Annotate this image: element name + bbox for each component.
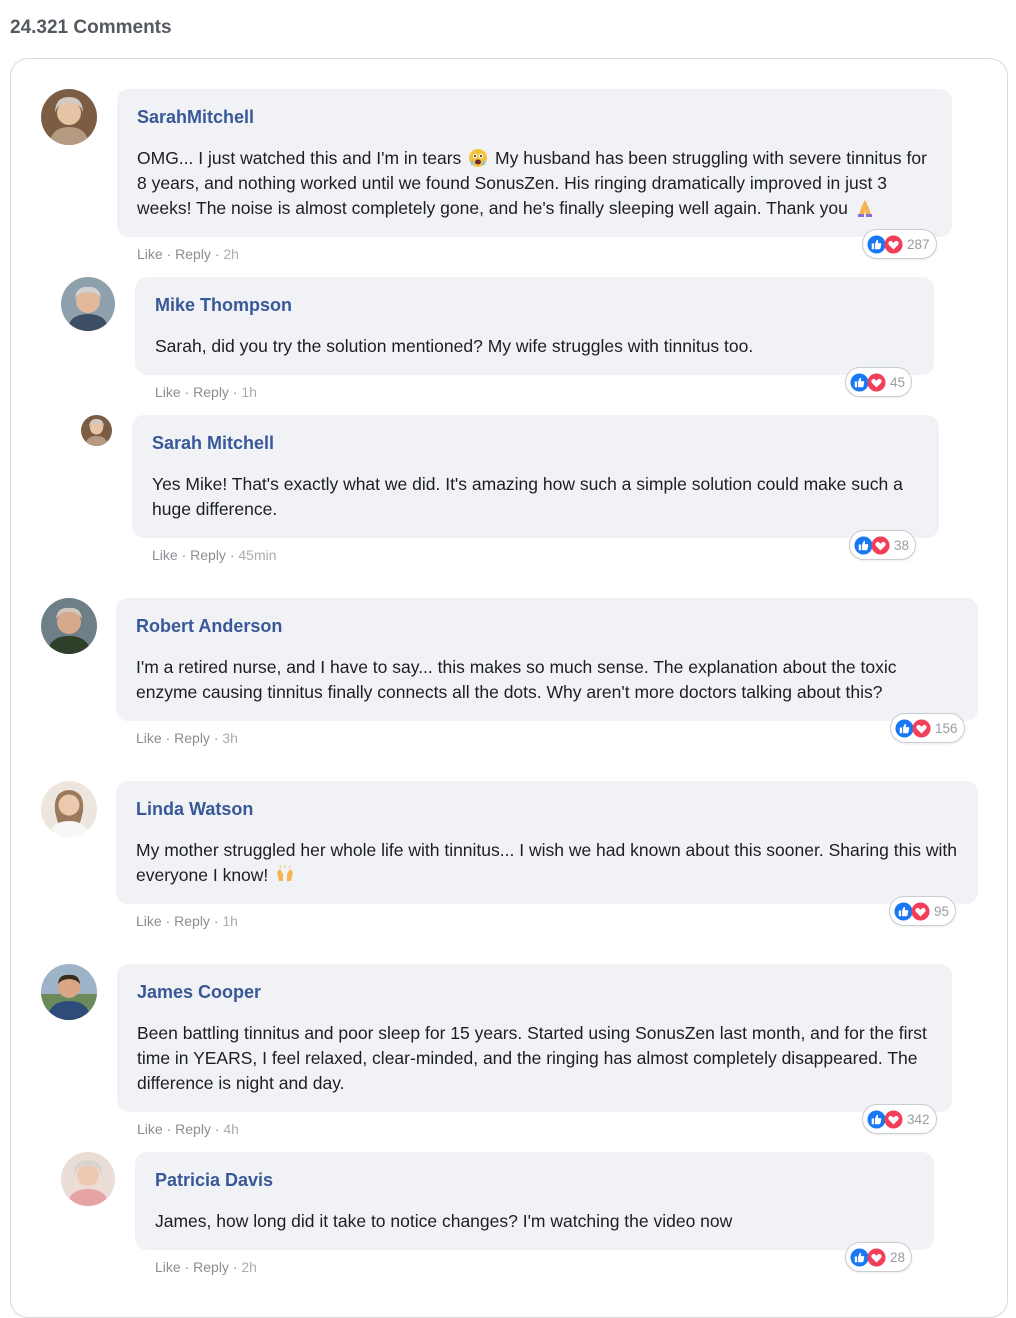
timestamp: 45min (238, 547, 277, 563)
timestamp: 2h (241, 1259, 257, 1275)
comment-count: 24.321 Comments (10, 17, 172, 38)
reactions-badge[interactable]: 342 (862, 1104, 937, 1134)
like-button[interactable]: Like (155, 384, 181, 400)
heart-icon (911, 901, 930, 921)
like-button[interactable]: Like (155, 1259, 181, 1275)
author-name[interactable]: Mike Thompson (155, 294, 914, 316)
reactions-badge[interactable]: 28 (845, 1242, 913, 1272)
comment-meta: Like · Reply · 1h (155, 384, 257, 400)
author-name[interactable]: Sarah Mitchell (152, 432, 919, 454)
reaction-count: 45 (890, 374, 906, 390)
comment-meta: Like · Reply · 2h (137, 246, 239, 262)
reactions-badge[interactable]: 95 (889, 896, 957, 926)
reply-button[interactable]: Reply (193, 384, 229, 400)
timestamp: 4h (223, 1121, 239, 1137)
comment-meta: Like · Reply · 3h (136, 730, 238, 746)
reply-button[interactable]: Reply (174, 913, 210, 929)
reactions-badge[interactable]: 38 (849, 530, 917, 560)
reactions-badge[interactable]: 45 (845, 367, 913, 397)
like-button[interactable]: Like (136, 730, 162, 746)
author-name[interactable]: SarahMitchell (137, 106, 932, 128)
like-button[interactable]: Like (137, 1121, 163, 1137)
reaction-count: 287 (907, 236, 930, 252)
avatar[interactable] (61, 277, 115, 331)
reply-button[interactable]: Reply (193, 1259, 229, 1275)
comment-bubble: Patricia Davis James, how long did it ta… (135, 1152, 934, 1250)
heart-icon (867, 372, 886, 392)
avatar[interactable] (41, 964, 97, 1020)
reaction-count: 156 (935, 720, 958, 736)
comment-text: OMG... I just watched this and I'm in te… (137, 148, 927, 218)
comment-text: I'm a retired nurse, and I have to say..… (136, 657, 897, 702)
like-button[interactable]: Like (136, 913, 162, 929)
comment-text: James, how long did it take to notice ch… (155, 1211, 733, 1231)
reply-button[interactable]: Reply (175, 1121, 211, 1137)
author-name[interactable]: Robert Anderson (136, 615, 958, 637)
comment-text: Yes Mike! That's exactly what we did. It… (152, 474, 903, 519)
heart-icon (884, 1109, 903, 1129)
comment-bubble: Robert Anderson I'm a retired nurse, and… (116, 598, 978, 721)
comment-bubble: Sarah Mitchell Yes Mike! That's exactly … (132, 415, 939, 538)
comment-bubble: James Cooper Been battling tinnitus and … (117, 964, 952, 1112)
reaction-count: 95 (934, 903, 950, 919)
avatar[interactable] (61, 1152, 115, 1206)
reactions-badge[interactable]: 156 (890, 713, 965, 743)
author-name[interactable]: Linda Watson (136, 798, 958, 820)
comment-text: Been battling tinnitus and poor sleep fo… (137, 1023, 927, 1093)
comment-bubble: Linda Watson My mother struggled her who… (116, 781, 978, 904)
reaction-count: 38 (894, 537, 910, 553)
avatar[interactable] (41, 598, 97, 654)
heart-icon (871, 535, 890, 555)
like-button[interactable]: Like (152, 547, 178, 563)
heart-icon (867, 1247, 886, 1267)
timestamp: 2h (223, 246, 239, 262)
comment-meta: Like · Reply · 1h (136, 913, 238, 929)
comment-meta: Like · Reply · 2h (155, 1259, 257, 1275)
raising-hands-icon (277, 865, 294, 881)
comment-text: My mother struggled her whole life with … (136, 840, 957, 885)
timestamp: 1h (222, 913, 238, 929)
reply-button[interactable]: Reply (190, 547, 226, 563)
author-name[interactable]: Patricia Davis (155, 1169, 914, 1191)
comment-bubble: Mike Thompson Sarah, did you try the sol… (135, 277, 934, 375)
timestamp: 3h (222, 730, 238, 746)
reply-button[interactable]: Reply (175, 246, 211, 262)
heart-icon (884, 234, 903, 254)
reaction-count: 28 (890, 1249, 906, 1265)
author-name[interactable]: James Cooper (137, 981, 932, 1003)
timestamp: 1h (241, 384, 257, 400)
avatar[interactable] (41, 781, 97, 837)
comment-meta: Like · Reply · 4h (137, 1121, 239, 1137)
like-button[interactable]: Like (137, 246, 163, 262)
heart-icon (912, 718, 931, 738)
comment-bubble: SarahMitchell OMG... I just watched this… (117, 89, 952, 237)
comment-meta: Like · Reply · 45min (152, 547, 277, 563)
reply-button[interactable]: Reply (174, 730, 210, 746)
avatar[interactable] (81, 415, 112, 446)
reaction-count: 342 (907, 1111, 930, 1127)
crying-face-icon (469, 149, 488, 167)
comment-text: Sarah, did you try the solution mentione… (155, 336, 754, 356)
reactions-badge[interactable]: 287 (862, 229, 937, 259)
folded-hands-icon (857, 200, 872, 217)
avatar[interactable] (41, 89, 97, 145)
